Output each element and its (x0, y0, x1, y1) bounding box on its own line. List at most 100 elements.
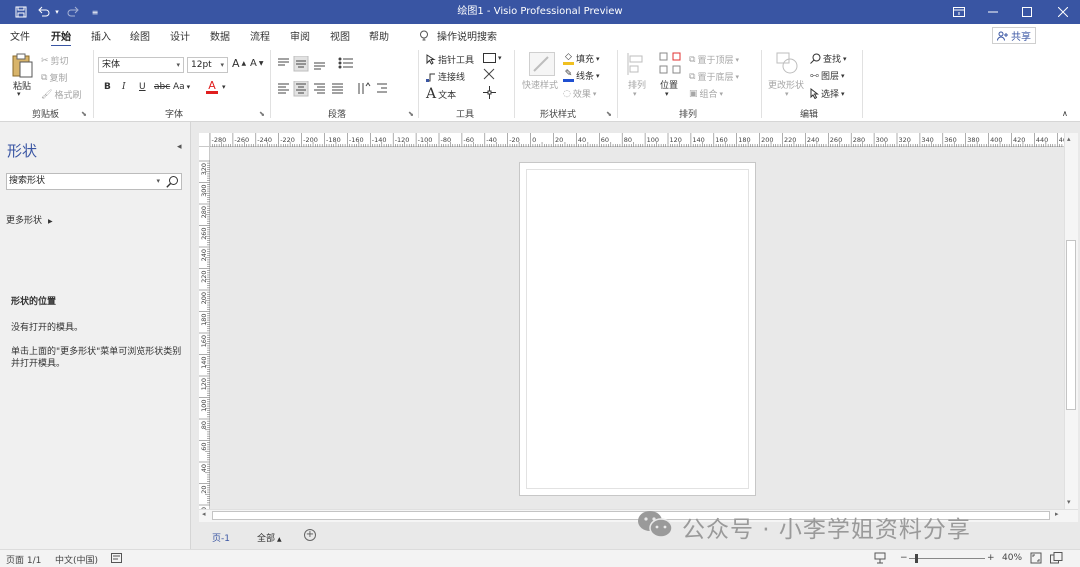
strikethrough-button[interactable]: abc (154, 82, 170, 92)
font-size-select[interactable]: 12pt ▾ (187, 57, 228, 73)
redo-icon[interactable] (62, 0, 84, 24)
cut-button[interactable]: ✂ 剪切 (41, 54, 69, 68)
share-button[interactable]: 共享 (992, 27, 1036, 44)
font-name-select[interactable]: 宋体 ▾ (98, 57, 184, 73)
page-indicator[interactable]: 页面 1/1 (6, 553, 41, 566)
tab-design[interactable]: 设计 (170, 28, 190, 43)
close-icon[interactable] (1046, 0, 1080, 24)
clipboard-launcher-icon[interactable]: ⬊ (81, 110, 87, 118)
tab-review[interactable]: 审阅 (290, 28, 310, 43)
change-shape-icon[interactable] (776, 52, 798, 77)
paragraph-launcher-icon[interactable]: ⬊ (408, 110, 414, 118)
fit-page-icon[interactable] (1030, 552, 1042, 567)
page-tab-1[interactable]: 页-1 (212, 531, 230, 544)
macro-record-icon[interactable] (111, 553, 122, 566)
save-icon[interactable] (10, 0, 32, 24)
font-launcher-icon[interactable]: ⬊ (259, 110, 265, 118)
scroll-right-icon[interactable]: ▸ (1055, 510, 1059, 518)
h-ruler-label: 260 (830, 136, 842, 144)
chevron-down-icon[interactable]: ▾ (222, 83, 226, 91)
effects-button[interactable]: ◌ 效果 ▾ (563, 87, 596, 101)
delete-connector-button[interactable] (483, 68, 495, 80)
search-icon[interactable] (166, 175, 179, 188)
tab-data[interactable]: 数据 (210, 28, 230, 43)
paste-icon[interactable] (11, 52, 33, 78)
collapse-panel-icon[interactable]: ◂ (177, 142, 182, 152)
change-case-button[interactable]: Aa ▾ (173, 82, 190, 92)
bold-button[interactable]: B (104, 82, 111, 92)
tell-me-label: 操作说明搜索 (437, 32, 497, 43)
position-button[interactable]: 位置 (660, 78, 678, 91)
customize-quick-access-icon[interactable]: ≡ (84, 0, 106, 24)
zoom-slider-thumb[interactable] (914, 554, 918, 563)
language-indicator[interactable]: 中文(中国) (55, 553, 98, 566)
zoom-level[interactable]: 40% (1002, 553, 1022, 563)
tell-me-search[interactable]: 操作说明搜索 (419, 28, 497, 43)
switch-windows-icon[interactable] (1050, 552, 1063, 567)
italic-button[interactable]: I (122, 82, 126, 92)
paste-dropdown-icon[interactable]: ▾ (17, 90, 21, 98)
add-page-icon[interactable]: + (304, 529, 316, 541)
bring-to-front-button[interactable]: ⧉ 置于顶层 ▾ (689, 53, 739, 67)
maximize-icon[interactable] (1010, 0, 1044, 24)
chevron-down-icon: ▾ (841, 89, 845, 98)
align-shapes-icon[interactable] (626, 53, 646, 78)
presentation-mode-icon[interactable] (874, 552, 886, 567)
h-ruler-label: -20 (509, 136, 520, 144)
h-ruler-label: -260 (234, 136, 249, 144)
tab-insert[interactable]: 插入 (91, 28, 111, 43)
minimize-icon[interactable] (976, 0, 1010, 24)
text-tool-button[interactable]: A 文本 (426, 86, 456, 102)
shrink-font-button[interactable]: A ▼ (250, 58, 263, 69)
underline-button[interactable]: U (139, 82, 146, 92)
scroll-left-icon[interactable]: ◂ (202, 510, 206, 518)
ribbon-display-options-icon[interactable] (942, 0, 976, 24)
tab-home[interactable]: 开始 (51, 28, 71, 47)
layers-button[interactable]: ⧟ 图层 ▾ (810, 69, 845, 83)
send-to-back-button[interactable]: ⧉ 置于底层 ▾ (689, 70, 739, 84)
font-color-button[interactable]: A (206, 80, 218, 94)
connection-point-button[interactable] (483, 86, 496, 99)
connector-icon (426, 73, 435, 82)
zoom-in-icon[interactable]: + (987, 553, 995, 563)
position-icon[interactable] (659, 52, 681, 77)
bullets-icon (338, 57, 353, 69)
shape-styles-launcher-icon[interactable]: ⬊ (606, 110, 612, 118)
copy-button[interactable]: ⧉ 复制 (41, 71, 67, 85)
line-button[interactable]: ✎ 线条 ▾ (563, 69, 600, 82)
tab-draw[interactable]: 绘图 (130, 28, 150, 43)
rectangle-tool-button[interactable]: ▾ (483, 53, 502, 63)
zoom-out-icon[interactable]: − (900, 553, 908, 563)
h-ruler-label: 100 (647, 136, 659, 144)
scroll-up-icon[interactable]: ▴ (1067, 135, 1071, 143)
paste-button[interactable]: 粘贴 (13, 79, 31, 92)
h-ruler-label: 120 (670, 136, 682, 144)
vertical-scroll-thumb[interactable] (1066, 240, 1076, 410)
align-right-icon (314, 83, 325, 94)
quick-styles-icon[interactable] (529, 52, 555, 76)
align-shapes-button[interactable]: 排列 (628, 78, 646, 91)
all-pages-tab[interactable]: 全部 ▲ (257, 531, 282, 544)
more-shapes-menu[interactable]: 更多形状 ▶ (6, 213, 53, 226)
zoom-slider[interactable] (909, 558, 985, 559)
find-button[interactable]: 查找 ▾ (810, 52, 847, 65)
tab-process[interactable]: 流程 (250, 28, 270, 43)
scroll-down-icon[interactable]: ▾ (1067, 498, 1071, 506)
connector-button[interactable]: 连接线 (426, 70, 465, 83)
tab-help[interactable]: 帮助 (369, 28, 389, 43)
quick-styles-button[interactable]: 快速样式 (522, 78, 558, 91)
collapse-ribbon-icon[interactable]: ∧ (1062, 109, 1068, 118)
copy-icon: ⧉ (41, 72, 48, 83)
tab-view[interactable]: 视图 (330, 28, 350, 43)
pointer-tool-button[interactable]: 指针工具 (426, 53, 474, 66)
group-button[interactable]: ▣ 组合 ▾ (689, 87, 723, 101)
chevron-down-icon[interactable]: ▾ (156, 174, 160, 189)
tab-file[interactable]: 文件 (10, 28, 30, 43)
format-painter-button[interactable]: 🖌 格式刷 (41, 88, 81, 102)
fill-button[interactable]: ◇ 填充 ▾ (563, 52, 600, 65)
select-button[interactable]: 选择 ▾ (810, 87, 845, 100)
font-color-icon: A (208, 79, 216, 92)
v-ruler-label: 300 (200, 185, 208, 197)
grow-font-button[interactable]: A ▲ (232, 57, 246, 70)
search-shapes-input[interactable]: 搜索形状 ▾ (6, 173, 182, 190)
